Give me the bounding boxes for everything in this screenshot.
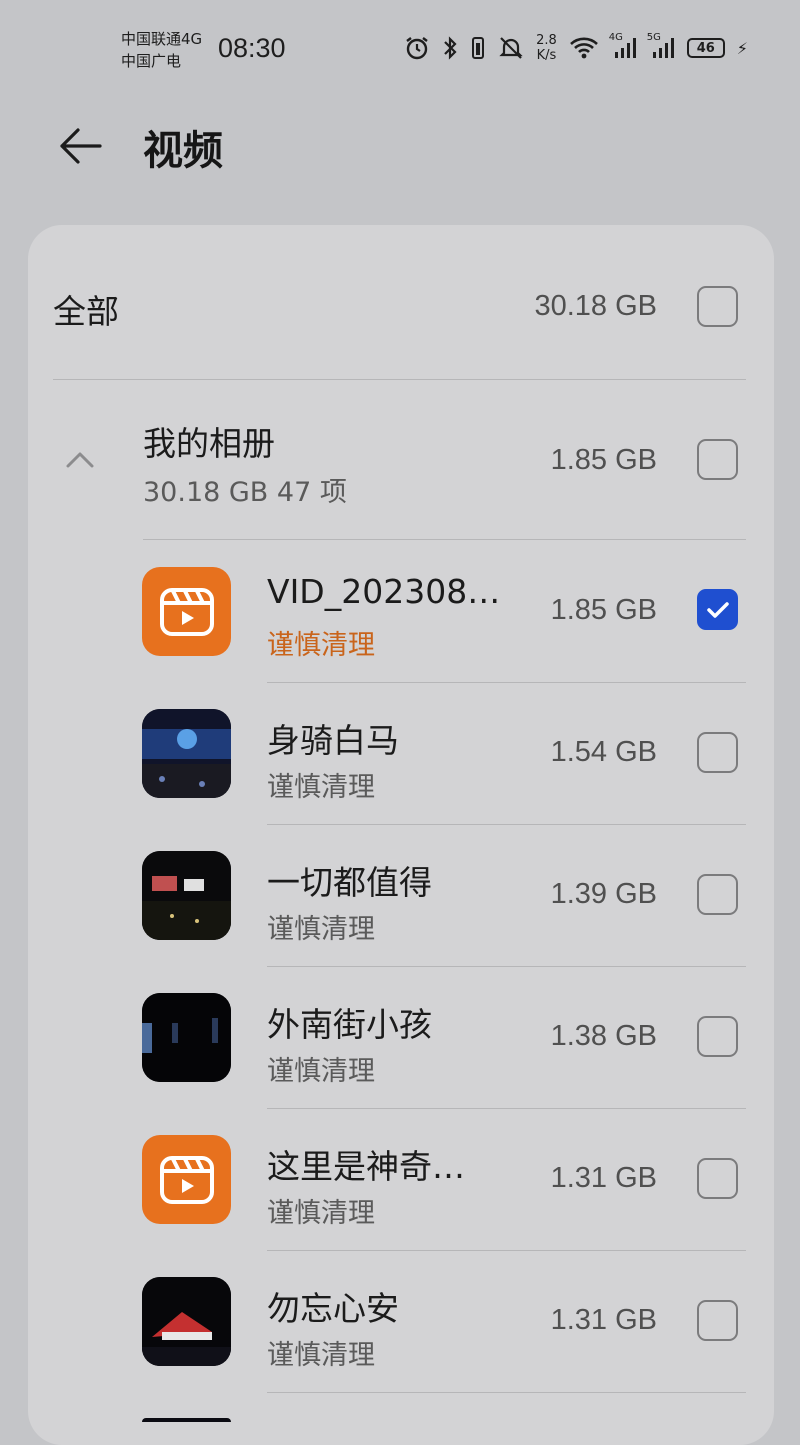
mute-icon: [498, 35, 524, 61]
album-subtitle: 30.18 GB 47 项: [143, 477, 347, 508]
item-note: 谨慎清理: [267, 1056, 375, 1087]
item-title: 勿忘心安: [267, 1289, 399, 1328]
album-size: 1.85 GB: [550, 444, 657, 476]
item-checkbox[interactable]: [697, 874, 738, 915]
item-size: 1.54 GB: [550, 736, 657, 768]
video-app-icon: [142, 567, 231, 656]
back-button[interactable]: [56, 122, 104, 170]
item-checkbox[interactable]: [697, 589, 738, 630]
select-all-label: 全部: [53, 292, 119, 331]
signal-5g: 5G: [647, 32, 675, 60]
wifi-icon: [569, 36, 599, 60]
charging-icon: ⚡: [736, 38, 748, 58]
speed-value: 2.8: [536, 33, 557, 48]
item-title: 身骑白马: [267, 721, 399, 760]
arrow-left-icon: [60, 128, 102, 164]
item-checkbox[interactable]: [697, 1300, 738, 1341]
carrier-primary: 中国联通4G: [121, 30, 203, 48]
item-note: 谨慎清理: [267, 772, 375, 803]
signal-5g-label: 5G: [646, 32, 661, 43]
bluetooth-icon: [442, 35, 458, 61]
item-size: 1.85 GB: [550, 594, 657, 626]
clock: 08:30: [218, 33, 286, 63]
item-title: VID_202308…: [267, 572, 501, 611]
album-checkbox[interactable]: [697, 439, 738, 480]
divider: [53, 379, 746, 380]
check-icon: [706, 601, 729, 618]
video-list-card: [28, 225, 774, 1445]
item-note: 谨慎清理: [267, 1198, 375, 1229]
item-checkbox[interactable]: [697, 1016, 738, 1057]
item-title: 外南街小孩: [267, 1005, 432, 1044]
network-speed: 2.8 K/s: [536, 33, 557, 63]
divider: [267, 1250, 746, 1251]
concert-photo-thumbnail: [142, 993, 231, 1082]
item-size: 1.38 GB: [550, 1020, 657, 1052]
carrier-info: 中国联通4G 中国广电: [121, 28, 202, 72]
concert-photo-thumbnail: [142, 851, 231, 940]
divider: [267, 824, 746, 825]
divider: [267, 682, 746, 683]
total-size: 30.18 GB: [534, 290, 657, 322]
next-item-thumbnail: [142, 1418, 231, 1422]
item-size: 1.39 GB: [550, 878, 657, 910]
concert-photo-thumbnail: [142, 709, 231, 798]
item-title: 这里是神奇…: [267, 1147, 465, 1186]
concert-photo-thumbnail: [142, 1277, 231, 1366]
collapse-chevron-up-icon[interactable]: [60, 440, 100, 484]
album-title: 我的相册: [143, 424, 275, 463]
signal-4g-label: 4G: [608, 32, 623, 43]
item-note: 谨慎清理: [267, 914, 375, 945]
item-note: 谨慎清理: [267, 1340, 375, 1371]
battery-indicator: 46: [686, 38, 725, 58]
status-bar: 中国联通4G 中国广电 08:30 2.8 K/s 4G 5G 46 ⚡: [0, 0, 800, 100]
divider: [267, 966, 746, 967]
divider: [267, 1108, 746, 1109]
status-icons: 2.8 K/s 4G 5G 46 ⚡: [404, 32, 748, 63]
item-size: 1.31 GB: [550, 1162, 657, 1194]
select-all-checkbox[interactable]: [697, 286, 738, 327]
carrier-secondary: 中国广电: [121, 52, 182, 70]
speed-unit: K/s: [536, 48, 557, 63]
item-title: 一切都值得: [267, 863, 432, 902]
alarm-icon: [404, 35, 430, 61]
item-size: 1.31 GB: [550, 1304, 657, 1336]
item-checkbox[interactable]: [697, 1158, 738, 1199]
divider: [143, 539, 746, 540]
vibrate-battery-icon: [470, 35, 486, 61]
video-app-icon: [142, 1135, 231, 1224]
item-note: 谨慎清理: [267, 630, 375, 661]
divider: [267, 1392, 746, 1393]
item-checkbox[interactable]: [697, 732, 738, 773]
signal-4g: 4G: [609, 32, 637, 60]
page-title: 视频: [143, 128, 223, 174]
